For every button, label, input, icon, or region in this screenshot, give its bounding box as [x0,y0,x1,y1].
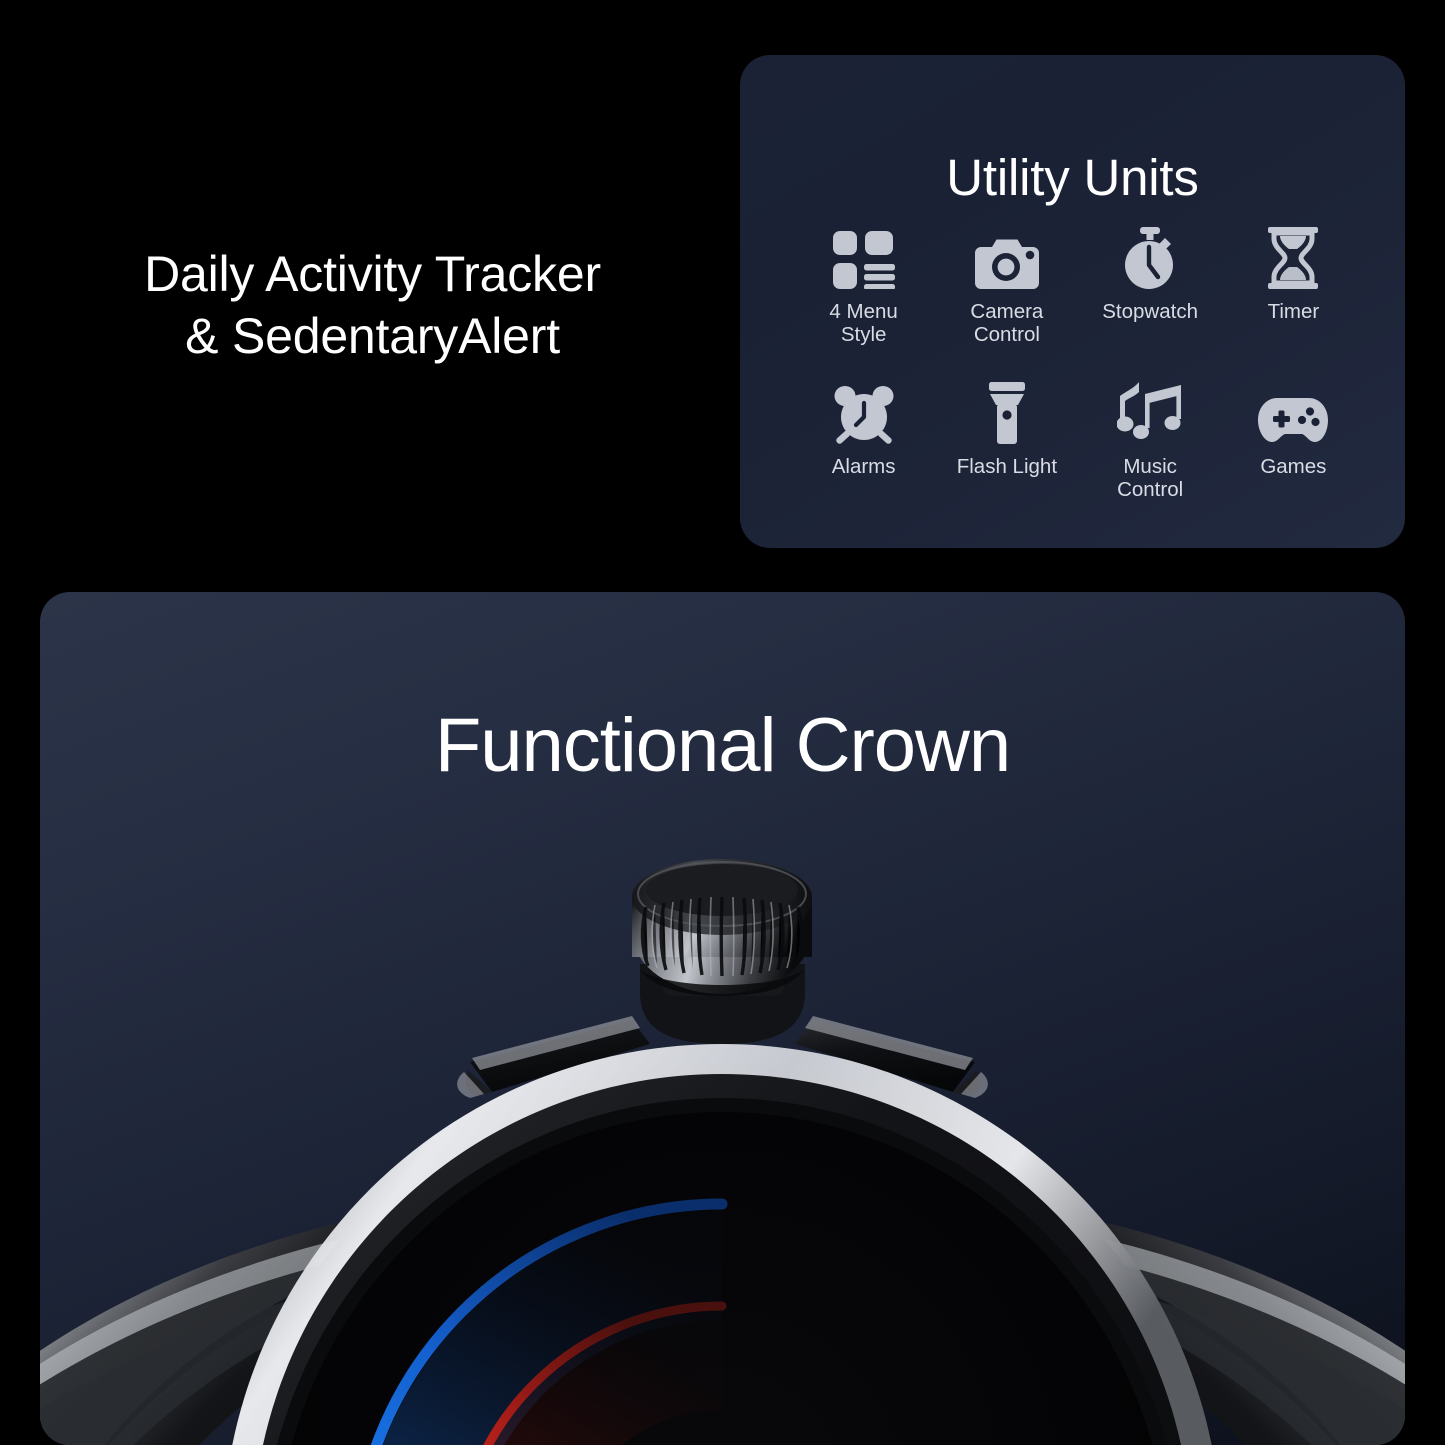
label-line-2: Control [973,323,1040,346]
label-line-1: Stopwatch [1102,300,1198,323]
label-line-2: Control [1117,478,1184,501]
utility-item-label: Music Control [1117,455,1183,501]
activity-tracker-panel: Daily Activity Tracker & SedentaryAlert [40,55,705,548]
label-line-1: Flash Light [956,455,1058,478]
fluted-crown [632,859,812,996]
product-feature-board: Daily Activity Tracker & SedentaryAlert … [0,0,1445,1445]
label-line-1: Games [1260,455,1327,478]
gamepad-icon [1258,382,1329,444]
alarm-clock-icon [833,382,895,444]
music-note-icon [1117,382,1183,444]
utility-units-panel: Utility Units 4 Menu Style Camera Contro… [740,55,1405,548]
utility-item-label: 4 Menu Style [829,300,897,346]
utility-units-title: Utility Units [946,149,1199,206]
utility-item-timer[interactable]: Timer [1222,205,1365,346]
flashlight-icon [987,382,1027,444]
utility-item-alarms[interactable]: Alarms [792,360,935,501]
activity-heading: Daily Activity Tracker & SedentaryAlert [40,243,705,367]
label-line-1: Alarms [831,455,896,478]
utility-item-games[interactable]: Games [1222,360,1365,501]
utility-item-stopwatch[interactable]: Stopwatch [1079,205,1222,346]
hourglass-icon [1266,227,1320,289]
utility-item-flashlight[interactable]: Flash Light [935,360,1078,501]
menu-grid-icon [832,227,895,289]
camera-icon [974,227,1039,289]
utility-item-label: Alarms [832,455,896,478]
label-line-1: Timer [1267,300,1320,323]
utility-icon-grid: 4 Menu Style Camera Control Stopwatch Ti… [792,205,1365,501]
utility-item-music-control[interactable]: Music Control [1079,360,1222,501]
watch-illustration [40,859,1405,1445]
utility-item-label: Flash Light [957,455,1057,478]
utility-item-menu-style[interactable]: 4 Menu Style [792,205,935,346]
smartwatch-photo: RDAY [40,592,1405,1445]
utility-item-label: Games [1260,455,1326,478]
label-line-1: Music [1123,455,1177,478]
functional-crown-panel: Functional Crown [40,592,1405,1445]
utility-item-label: Timer [1268,300,1320,323]
utility-item-label: Stopwatch [1102,300,1198,323]
stopwatch-icon [1121,227,1179,289]
utility-item-camera-control[interactable]: Camera Control [935,205,1078,346]
label-line-1: Camera [970,300,1044,323]
activity-heading-line-2: & SedentaryAlert [185,308,560,364]
label-line-1: 4 Menu [829,300,898,323]
activity-heading-line-1: Daily Activity Tracker [144,246,601,302]
utility-item-label: Camera Control [970,300,1043,346]
label-line-2: Style [840,323,887,346]
